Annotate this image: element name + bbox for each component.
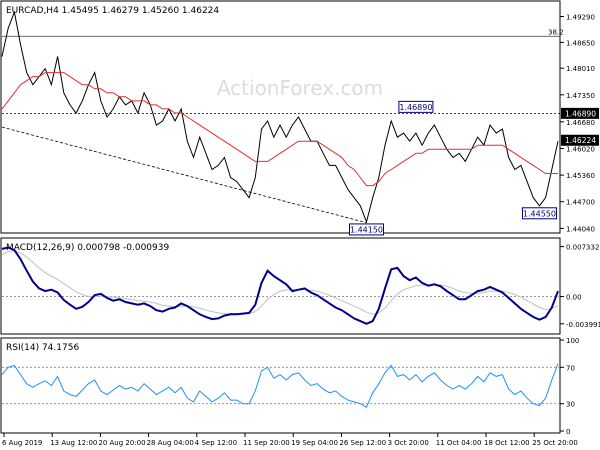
time-axis-label: 19 Sep 04:00 xyxy=(291,439,338,447)
fib-level-label: 38.2 xyxy=(548,28,564,36)
time-axis-label: 26 Sep 12:00 xyxy=(339,439,386,447)
macd-header: MACD(12,26,9) 0.000798 -0.000939 xyxy=(6,243,169,253)
time-axis-label: 11 Sep 20:00 xyxy=(243,439,290,447)
rsi-y-tick-label: 70 xyxy=(566,364,575,372)
price-y-tick-label: 1.45360 xyxy=(566,172,595,180)
price-y-axis: 1.44040 1.44700 1.45360 1.46020 1.46680 1.473… xyxy=(560,14,595,233)
time-axis-label: 13 Aug 12:00 xyxy=(50,439,97,447)
last-price-label: 1.46224 xyxy=(565,136,596,145)
price-y-tick-label: 1.48010 xyxy=(566,65,595,73)
time-axis-label: 6 Aug 2019 xyxy=(2,439,42,447)
rsi-y-tick-label: 100 xyxy=(566,337,579,345)
price-y-tick-label: 1.46680 xyxy=(566,119,595,127)
price-annotation-label: 1.44150 xyxy=(350,225,383,234)
price-y-tick-label: 1.48650 xyxy=(566,39,595,47)
price-annotation-label: 1.46890 xyxy=(399,103,432,112)
price-y-tick-label: 1.44040 xyxy=(566,225,595,233)
macd-y-tick-label: -0.003991 xyxy=(566,321,600,329)
forex-chart: ActionForex.com EURCAD,H4 1.45495 1.4627… xyxy=(0,0,600,450)
price-header: EURCAD,H4 1.45495 1.46279 1.45260 1.4622… xyxy=(6,6,219,16)
rsi-y-tick-label: 30 xyxy=(566,401,575,409)
price-y-tick-label: 1.49290 xyxy=(566,14,595,22)
price-y-tick-label: 1.47350 xyxy=(566,92,595,100)
time-axis-label: 28 Aug 04:00 xyxy=(147,439,194,447)
watermark: ActionForex.com xyxy=(217,76,383,100)
price-y-tick-label: 1.46020 xyxy=(566,145,595,153)
time-axis-label: 25 Oct 20:00 xyxy=(532,439,578,447)
rsi-header: RSI(14) 74.1756 xyxy=(6,343,79,353)
macd-y-tick-label: 0.007332 xyxy=(566,244,599,252)
resistance-axis-label: 1.46890 xyxy=(565,109,596,118)
time-axis-label: 4 Sep 12:00 xyxy=(195,439,237,447)
price-y-tick-label: 1.44700 xyxy=(566,199,595,207)
time-axis-label: 11 Oct 04:00 xyxy=(436,439,482,447)
rsi-y-tick-label: 0 xyxy=(566,428,570,436)
time-axis-label: 20 Aug 20:00 xyxy=(98,439,145,447)
price-annotation-label: 1.44550 xyxy=(523,209,556,218)
time-axis-label: 3 Oct 20:00 xyxy=(388,439,429,447)
macd-y-tick-label: 0.00 xyxy=(566,294,582,302)
time-axis-label: 18 Oct 12:00 xyxy=(484,439,530,447)
